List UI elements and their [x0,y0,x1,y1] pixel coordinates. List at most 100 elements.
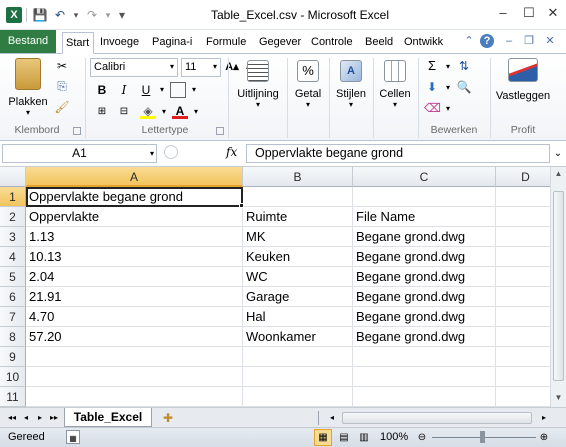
row-header[interactable]: 1 [0,187,26,207]
cell-a6[interactable]: 21.91 [26,287,243,307]
cell-a5[interactable]: 2.04 [26,267,243,287]
close-button[interactable]: ✕ [540,2,566,24]
row-header[interactable]: 9 [0,347,26,367]
column-header-c[interactable]: C [353,167,496,187]
scroll-left-icon[interactable]: ◂ [324,410,340,426]
fill-icon[interactable]: ⬇ [424,79,440,95]
column-header-a[interactable]: A [26,167,243,187]
vastleggen-button[interactable]: Vastleggen [492,58,554,102]
cell-b8[interactable]: Woonkamer [243,327,353,347]
row-header[interactable]: 5 [0,267,26,287]
macro-record-icon[interactable]: ▦ [66,430,80,444]
last-sheet-icon[interactable]: ▸▸ [46,410,62,426]
cell-a1[interactable]: Oppervlakte begane grond [26,187,243,207]
tab-file[interactable]: Bestand [0,30,56,53]
cell-d1[interactable] [496,187,550,207]
help-icon[interactable]: ? [480,34,494,48]
copy-icon[interactable]: ⎘ [54,78,70,94]
select-all-corner[interactable] [0,167,26,187]
font-color-icon[interactable]: A [172,103,188,119]
font-launcher-icon[interactable] [216,127,224,135]
cell-b6[interactable]: Garage [243,287,353,307]
cell-b2[interactable]: Ruimte [243,207,353,227]
maximize-button[interactable]: ☐ [516,2,542,24]
chevron-down-icon[interactable]: ▾ [154,82,170,98]
cell-a10[interactable] [26,367,243,387]
formula-input[interactable]: Oppervlakte begane grond [246,144,550,163]
page-layout-view-icon[interactable]: ▤ [336,430,352,446]
page-break-view-icon[interactable]: ▥ [356,430,372,446]
insert-sheet-icon[interactable]: ✚ [160,410,176,426]
clipboard-launcher-icon[interactable] [73,127,81,135]
cell-a2[interactable]: Oppervlakte [26,207,243,227]
sort-filter-icon[interactable]: ⇅ [456,58,472,74]
cell-a4[interactable]: 10.13 [26,247,243,267]
find-select-icon[interactable]: 🔍 [456,79,472,95]
chevron-down-icon[interactable]: ▾ [156,104,172,120]
tab-view[interactable]: Beeld [362,32,398,54]
zoom-out-icon[interactable]: ⊖ [414,430,430,446]
cell-b4[interactable]: Keuken [243,247,353,267]
cell-c4[interactable]: Begane grond.dwg [353,247,496,267]
workbook-close-icon[interactable]: ✕ [543,34,557,48]
cell-d5[interactable] [496,267,550,287]
tab-page-layout[interactable]: Pagina-i [149,32,199,54]
cell-d2[interactable] [496,207,550,227]
chevron-down-icon[interactable]: ▾ [186,82,202,98]
undo-dropdown-icon[interactable]: ▾ [68,7,84,23]
cell-d6[interactable] [496,287,550,307]
tab-formulas[interactable]: Formule [203,32,255,54]
autosum-icon[interactable]: Σ [424,58,440,74]
cell-a8[interactable]: 57.20 [26,327,243,347]
cell-c1[interactable] [353,187,496,207]
name-box[interactable]: A1 [2,144,157,163]
row-header[interactable]: 7 [0,307,26,327]
bold-button[interactable]: B [94,82,110,98]
italic-button[interactable]: I [116,82,132,98]
tab-developer[interactable]: Ontwikk [401,32,451,54]
row-header[interactable]: 2 [0,207,26,227]
format-painter-icon[interactable]: 🖌 [54,99,70,115]
undo-icon[interactable]: ↶ [52,7,68,23]
zoom-in-icon[interactable]: ⊕ [536,430,552,446]
zoom-slider-thumb[interactable] [480,431,485,443]
fill-handle[interactable] [239,203,244,208]
cell-c6[interactable]: Begane grond.dwg [353,287,496,307]
alignment-button[interactable]: Uitlijning ▾ [232,60,284,109]
chevron-down-icon[interactable]: ▾ [144,146,160,162]
cell-d9[interactable] [496,347,550,367]
redo-icon[interactable]: ↷ [84,7,100,23]
row-header[interactable]: 11 [0,387,26,407]
workbook-restore-icon[interactable]: ❐ [522,34,536,48]
cell-c10[interactable] [353,367,496,387]
chevron-down-icon[interactable]: ▾ [164,59,180,75]
align-left-small-icon[interactable]: ⊞ [94,104,110,120]
cell-b5[interactable]: WC [243,267,353,287]
number-button[interactable]: % Getal ▾ [289,60,327,109]
minimize-button[interactable]: – [490,2,516,24]
align-center-small-icon[interactable]: ⊟ [116,104,132,120]
styles-button[interactable]: A Stijlen ▾ [331,60,371,109]
tab-split-divider[interactable] [318,411,319,425]
row-header[interactable]: 8 [0,327,26,347]
clear-icon[interactable]: ⌫ [424,100,441,116]
cell-c3[interactable]: Begane grond.dwg [353,227,496,247]
horizontal-scroll-thumb[interactable] [342,412,532,424]
tab-insert[interactable]: Invoege [97,32,145,54]
tab-review[interactable]: Controle [308,32,358,54]
cut-icon[interactable]: ✂ [54,58,70,74]
chevron-down-icon[interactable]: ▾ [207,59,223,75]
row-header[interactable]: 3 [0,227,26,247]
column-header-d[interactable]: D [496,167,550,187]
insert-function-icon[interactable]: fx [226,145,237,159]
chevron-down-icon[interactable]: ▾ [440,80,456,96]
cell-d10[interactable] [496,367,550,387]
cell-a11[interactable] [26,387,243,407]
tab-data[interactable]: Gegever [256,32,306,54]
borders-icon[interactable] [170,82,186,98]
column-header-b[interactable]: B [243,167,353,187]
cell-c5[interactable]: Begane grond.dwg [353,267,496,287]
cell-c2[interactable]: File Name [353,207,496,227]
chevron-down-icon[interactable]: ▾ [440,59,456,75]
save-icon[interactable]: 💾 [32,7,48,23]
